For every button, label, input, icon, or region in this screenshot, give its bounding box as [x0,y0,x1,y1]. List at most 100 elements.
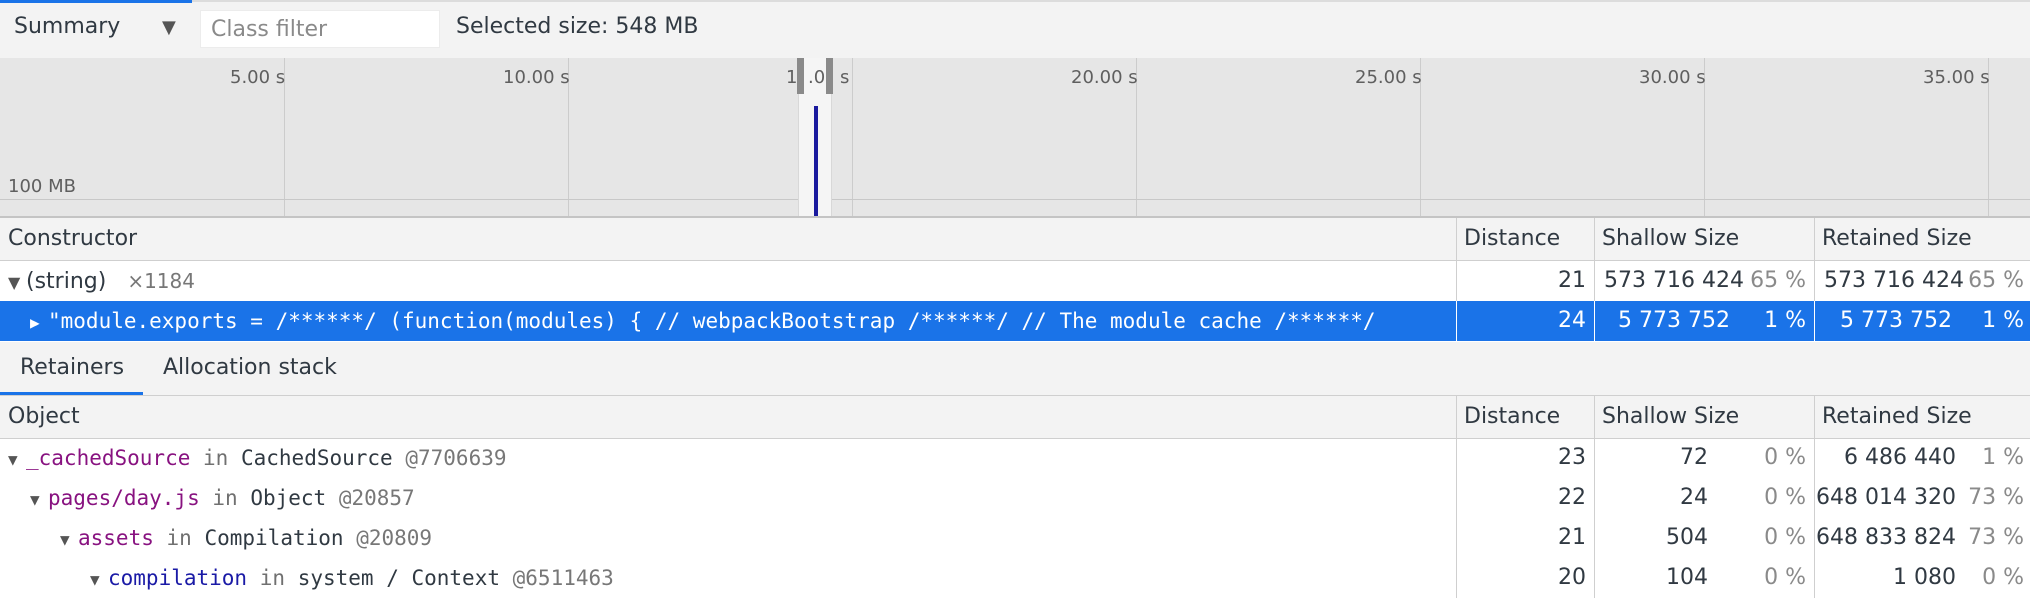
tick-label-partial-left: 1 [786,67,798,88]
distance-cell: 21 [1558,525,1586,550]
distance-cell: 23 [1558,445,1586,470]
constructor-cell: ▶ "module.exports = /******/ (function(mo… [30,301,1452,341]
tick-label: 10.00 s [503,67,570,88]
shallow-size-percent: 0 % [1764,525,1806,550]
object-cell: ▼ _cachedSource in CachedSource @7706639 [8,438,1448,478]
shallow-size-column-header[interactable]: Shallow Size [1594,396,1814,438]
retained-size-value: 573 716 424 [1824,268,1964,293]
tick-label: 35.00 s [1923,67,1990,88]
constructor-grid-header: Constructor Distance Shallow Size Retain… [0,218,2030,261]
object-id: @6511463 [512,566,614,590]
class-filter-input[interactable] [200,10,440,48]
selected-size-text: Selected size: 548 MB [456,14,699,39]
expand-triangle-icon[interactable]: ▼ [30,480,48,518]
table-row[interactable]: ▼ (string) ×1184 21 573 716 424 65 % 573 … [0,261,2030,301]
expand-triangle-icon[interactable]: ▼ [90,560,108,598]
constructor-column-header[interactable]: Constructor [0,218,1456,260]
object-cell: ▼ pages/day.js in Object @20857 [30,478,1448,518]
active-tab-indicator [0,392,143,395]
shallow-size-value: 573 716 424 [1604,268,1744,293]
expand-triangle-icon[interactable]: ▼ [8,263,26,301]
allocation-bar [814,106,818,216]
distance-column-header[interactable]: Distance [1456,396,1594,438]
retained-size-percent: 73 % [1968,525,2024,550]
distance-cell: 20 [1558,565,1586,590]
column-divider [1594,301,1595,341]
shallow-size-value: 104 [1666,565,1708,590]
owner-class: Object [250,486,327,510]
toolbar-top-border [0,0,2030,3]
tick-label-partial-mid: .0 [808,67,826,88]
tick-label: 20.00 s [1071,67,1138,88]
in-keyword: in [212,486,238,510]
retainer-row[interactable]: ▼ _cachedSource in CachedSource @7706639 … [0,438,2030,478]
triangle-down-icon[interactable]: ▼ [162,17,176,38]
memory-scale-label: 100 MB [8,176,76,197]
retained-size-value: 648 833 824 [1816,525,1956,550]
property-name: pages/day.js [48,486,200,510]
retained-size-column-header[interactable]: Retained Size [1814,396,2030,438]
object-column-header[interactable]: Object [0,396,1456,438]
retained-size-percent: 1 % [1982,445,2024,470]
distance-column-header[interactable]: Distance [1456,218,1594,260]
retainer-row[interactable]: ▼ pages/day.js in Object @20857 22 24 0 %… [0,478,2030,518]
distance-cell: 22 [1558,485,1586,510]
owner-class: system / Context [297,566,500,590]
retained-size-percent: 73 % [1968,485,2024,510]
tab-retainers[interactable]: Retainers [20,342,124,395]
shallow-size-value: 24 [1680,485,1708,510]
expand-triangle-icon[interactable]: ▼ [8,440,26,478]
property-name: assets [78,526,154,550]
in-keyword: in [166,526,192,550]
expand-triangle-icon[interactable]: ▶ [30,303,48,341]
allocation-timeline[interactable]: 5.00 s 10.00 s 20.00 s 25.00 s 30.00 s 3… [0,58,2030,218]
retained-size-column-header[interactable]: Retained Size [1814,218,2030,260]
tick-label: 5.00 s [230,67,286,88]
object-cell: ▼ assets in Compilation @20809 [60,518,1448,558]
in-keyword: in [203,446,229,470]
object-id: @7706639 [405,446,507,470]
column-divider [1814,301,1815,341]
active-indicator [0,0,192,3]
selection-left-handle[interactable] [797,58,804,94]
retainer-row[interactable]: ▼ assets in Compilation @20809 21 504 0 %… [0,518,2030,558]
in-keyword: in [259,566,286,590]
column-divider [1594,261,1595,301]
retained-size-value: 1 080 [1893,565,1956,590]
shallow-size-percent: 1 % [1764,308,1806,333]
shallow-size-column-header[interactable]: Shallow Size [1594,218,1814,260]
retained-size-value: 6 486 440 [1844,445,1956,470]
owner-class: Compilation [204,526,344,550]
distance-cell: 21 [1558,268,1586,293]
tick-label: 25.00 s [1355,67,1422,88]
object-cell: ▼ compilation in system / Context @651146… [90,558,1448,598]
expand-triangle-icon[interactable]: ▼ [60,520,78,558]
distance-cell: 24 [1558,308,1586,333]
shallow-size-percent: 0 % [1764,485,1806,510]
property-name: _cachedSource [26,446,191,470]
object-id: @20809 [356,526,433,550]
object-id: @20857 [338,486,415,510]
table-row-selected[interactable]: ▶ "module.exports = /******/ (function(mo… [0,301,2030,341]
shallow-size-percent: 0 % [1764,565,1806,590]
constructor-name: (string) [26,269,107,294]
tick-label: 30.00 s [1639,67,1706,88]
column-divider [1814,261,1815,301]
retainer-row[interactable]: ▼ compilation in system / Context @651146… [0,558,2030,598]
property-name: compilation [108,566,248,590]
selection-right-handle[interactable] [826,58,833,94]
view-select-label[interactable]: Summary [14,14,120,39]
shallow-size-percent: 0 % [1764,445,1806,470]
retained-size-percent: 65 % [1968,268,2024,293]
owner-class: CachedSource [240,446,393,470]
retainers-grid-header: Object Distance Shallow Size Retained Si… [0,396,2030,439]
retained-size-percent: 1 % [1982,308,2024,333]
retained-size-percent: 0 % [1982,565,2024,590]
grid-line [852,58,853,216]
detail-tabs: Retainers Allocation stack [0,342,2030,396]
tab-allocation-stack[interactable]: Allocation stack [163,342,337,395]
retained-size-value: 648 014 320 [1816,485,1956,510]
constructor-cell: ▼ (string) ×1184 [8,261,1448,301]
string-value: "module.exports = /******/ (function(mod… [48,309,1376,333]
shallow-size-value: 72 [1680,445,1708,470]
